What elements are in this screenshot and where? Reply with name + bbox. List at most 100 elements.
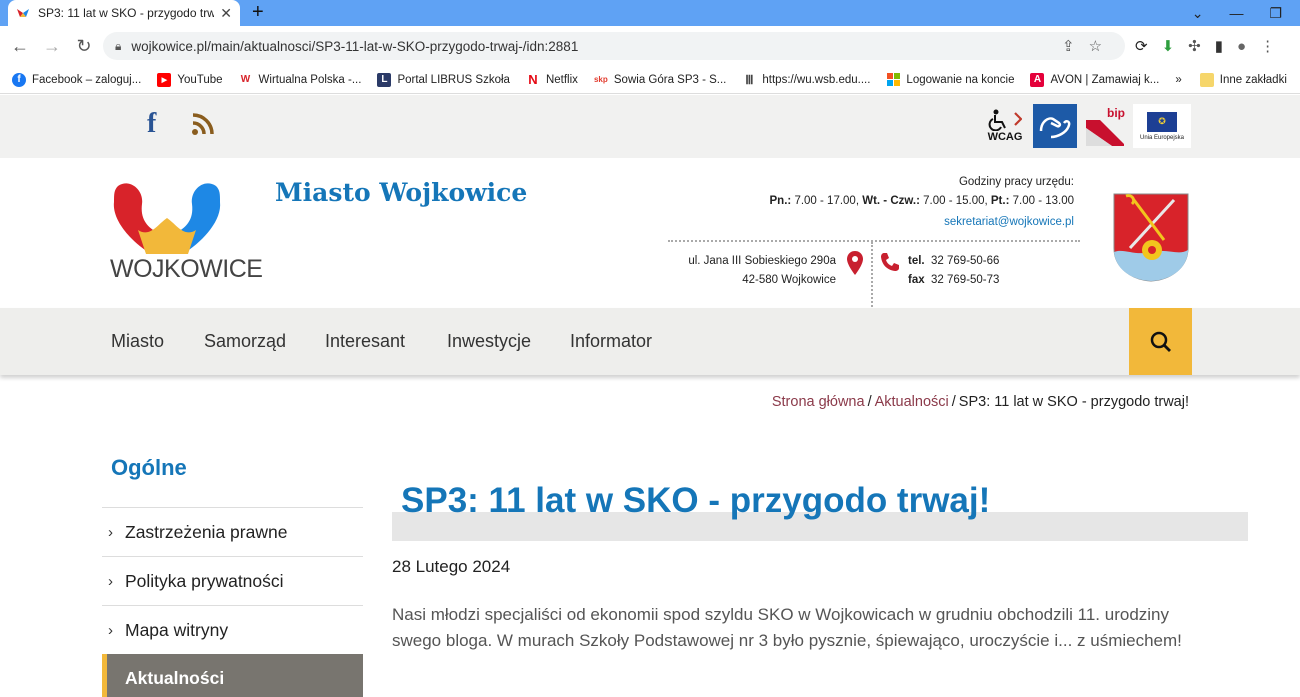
folder-icon [1199,72,1214,87]
address: ul. Jana III Sobieskiego 290a 42-580 Woj… [688,255,836,286]
forward-icon[interactable]: → [36,36,68,57]
url-actions: ⇪ ☆ [1062,26,1102,66]
article-lead: Nasi młodzi specjaliści od ekonomii spod… [392,605,1182,650]
office-hours: Pn.: 7.00 - 17.00, Wt. - Czw.: 7.00 - 15… [769,195,1074,207]
tab-title: SP3: 11 lat w SKO - przygodo trwaj! [38,6,215,20]
lock-icon[interactable]: 🔒︎ [115,39,121,54]
browser-menu-icon[interactable]: ⋮ [1260,37,1275,55]
sidebar-item-aktualnosci[interactable]: Aktualności [102,654,363,697]
bookmark-microsoft[interactable]: Logowanie na koncie [886,73,1014,87]
tab-search-icon[interactable]: ⌄ [1192,5,1204,22]
sidebar-title: Ogólne [111,455,187,480]
skp-icon: skp [593,75,608,84]
search-icon [1150,331,1171,352]
profile-avatar-icon[interactable]: ● [1237,38,1246,55]
bip-flag-icon [1086,120,1124,146]
sidebar-item-mapa[interactable]: › Mapa witryny [102,605,363,654]
reload-icon[interactable]: ↻ [68,36,100,57]
facebook-icon[interactable]: f [147,108,156,140]
breadcrumb: Strona główna / Aktualności / SP3: 11 lat w … [771,394,1189,410]
wsb-icon: Ⅲ [745,72,754,87]
office-hours-label: Godziny pracy urzędu: [958,176,1074,188]
microsoft-icon [886,73,900,87]
main-navigation: Miasto Samorząd Interesant Inwestycje In… [0,308,1300,375]
new-tab-button[interactable]: + [252,1,264,24]
chevron-right-icon: › [108,621,113,639]
accessibility-links: WCAG bip ✪ Unia Europejska [985,104,1191,148]
sidebar-menu: › Zastrzeżenia prawne › Polityka prywatn… [102,507,363,697]
url-field[interactable]: 🔒︎ wojkowice.pl/main/aktualnosci/SP3-11-… [103,32,1125,60]
nav-item-informator[interactable]: Informator [570,331,652,352]
wojkowice-favicon-icon [16,6,30,20]
avon-icon: A [1030,72,1045,87]
site-header: WOJKOWICE Miasto Wojkowice Godziny pracy… [0,158,1300,308]
more-bookmarks-button[interactable]: » [1175,74,1181,86]
breadcrumb-home[interactable]: Strona główna [772,394,865,410]
bookmark-avon[interactable]: A AVON | Zamawiaj k... [1030,72,1159,87]
browser-tab-strip: SP3: 11 lat w SKO - przygodo trwaj! ✕ + … [0,0,1300,26]
coat-of-arms-icon [1112,192,1190,282]
divider [871,242,873,307]
sidebar-item-zastrzezenia[interactable]: › Zastrzeżenia prawne [102,507,363,556]
bookmark-star-icon[interactable]: ☆ [1089,37,1102,55]
bip-link[interactable]: bip [1085,104,1125,148]
divider [668,240,1080,242]
article-date: 28 Lutego 2024 [392,557,511,576]
bookmark-wp[interactable]: W Wirtualna Polska -... [239,73,362,87]
phone-number[interactable]: 32 769-50-66 [931,255,999,267]
share-icon[interactable]: ⇪ [1062,37,1075,55]
extensions-puzzle-icon[interactable]: ✣ [1188,37,1201,55]
other-bookmarks-folder[interactable]: Inne zakładki [1199,72,1287,87]
bookmark-facebook[interactable]: f Facebook – zaloguj... [12,72,141,87]
rss-icon[interactable] [191,112,215,143]
bookmark-librus[interactable]: L Portal LIBRUS Szkoła [377,72,510,87]
extension-icons: ⟳ ⬇ ✣ ▮ ● ⋮ [1135,26,1275,66]
top-utility-strip: f WCAG bip ✪ Unia Europejska [0,95,1300,158]
fax-number: 32 769-50-73 [931,274,1000,286]
logo-text: WOJKOWICE [110,255,263,283]
tab-close-icon[interactable]: ✕ [220,5,232,22]
wheelchair-icon [988,109,1022,131]
bookmark-sowia-gora[interactable]: skp Sowia Góra SP3 - S... [593,73,726,87]
browser-tab[interactable]: SP3: 11 lat w SKO - przygodo trwaj! ✕ [8,0,240,26]
site-title[interactable]: Miasto Wojkowice [275,178,527,207]
librus-icon: L [377,72,392,87]
sign-language-icon [1039,117,1071,139]
netflix-icon: N [528,72,538,87]
nav-item-miasto[interactable]: Miasto [111,331,164,352]
map-pin-icon [847,251,863,280]
minimize-icon[interactable]: — [1229,5,1243,21]
eu-flag-icon: ✪ [1147,111,1177,132]
nav-item-samorzad[interactable]: Samorząd [204,331,286,352]
search-button[interactable] [1129,308,1192,375]
email-link[interactable]: sekretariat@wojkowice.pl [944,216,1074,228]
back-icon[interactable]: ← [4,36,36,57]
window-controls: ⌄ — ❐ [1192,0,1300,26]
phone-fax: tel. 32 769-50-66 fax 32 769-50-73 [908,255,1000,286]
restore-icon[interactable]: ❐ [1269,5,1282,22]
breadcrumb-current: SP3: 11 lat w SKO - przygodo trwaj! [958,394,1189,410]
nav-item-interesant[interactable]: Interesant [325,331,405,352]
bookmark-wsb[interactable]: Ⅲ https://wu.wsb.edu.... [742,73,870,87]
sync-extension-icon[interactable]: ⟳ [1135,37,1148,55]
bookmark-netflix[interactable]: N Netflix [526,72,578,87]
article-title: SP3: 11 lat w SKO - przygodo trwaj! [401,481,991,520]
sign-language-link[interactable] [1033,104,1077,148]
sidebar-item-polityka[interactable]: › Polityka prywatności [102,556,363,605]
nav-item-inwestycje[interactable]: Inwestycje [447,331,531,352]
wcag-link[interactable]: WCAG [985,104,1025,148]
breadcrumb-section[interactable]: Aktualności [875,394,949,410]
side-panel-icon[interactable]: ▮ [1215,37,1223,55]
bookmark-youtube[interactable]: ▶ YouTube [157,72,223,87]
eu-link[interactable]: ✪ Unia Europejska [1133,104,1191,148]
address-bar-row: ← → ↻ 🔒︎ wojkowice.pl/main/aktualnosci/S… [0,26,1300,66]
youtube-icon: ▶ [157,72,172,87]
wp-icon: W [240,74,251,85]
chevron-right-icon: › [108,572,113,590]
url-text: wojkowice.pl/main/aktualnosci/SP3-11-lat… [131,38,579,54]
download-extension-icon[interactable]: ⬇ [1162,37,1175,55]
phone-icon [880,252,900,277]
facebook-icon: f [12,72,26,87]
chevron-right-icon: › [108,523,113,541]
bookmarks-bar: f Facebook – zaloguj... ▶ YouTube W Wirt… [0,66,1300,94]
